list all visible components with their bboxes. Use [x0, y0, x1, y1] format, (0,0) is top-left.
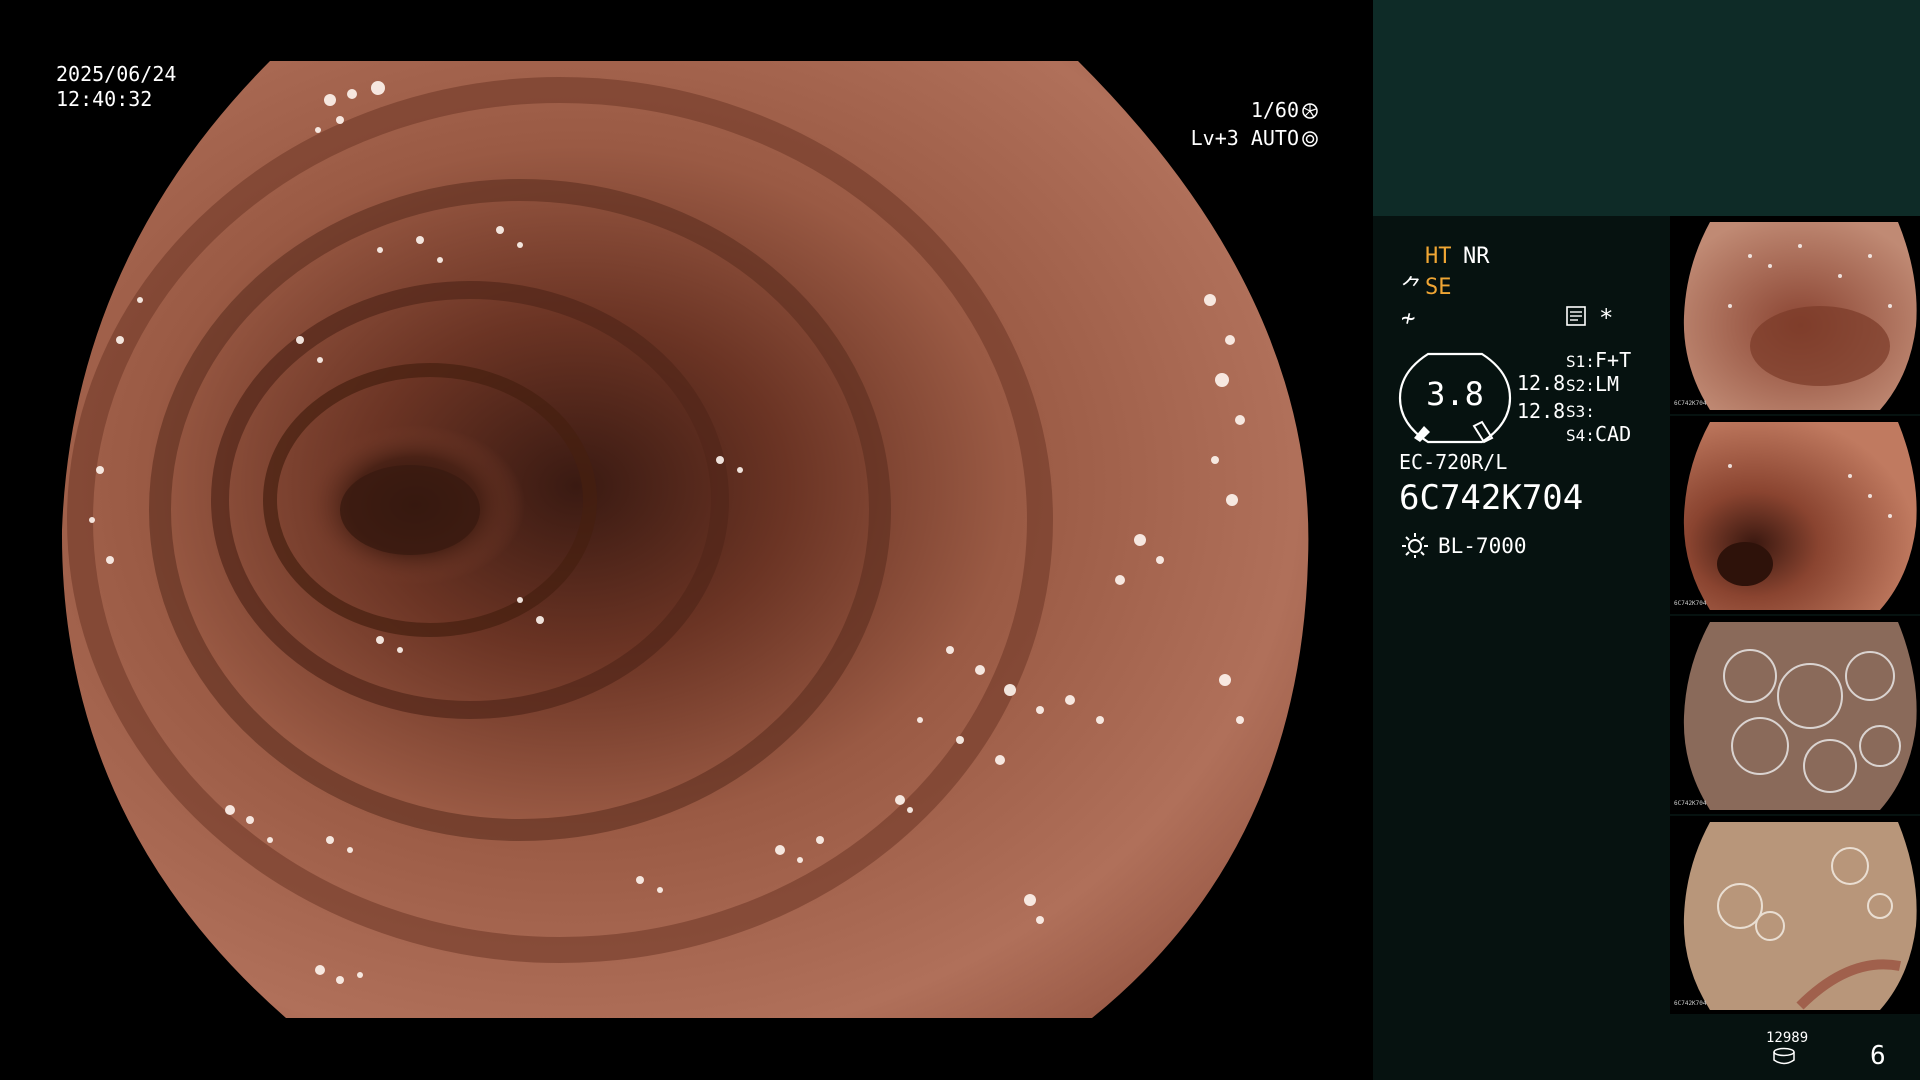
thumbnail-4[interactable]: 6C742K704 — [1670, 816, 1920, 1014]
switch-4-label: S4: — [1566, 426, 1595, 445]
thumbnail-4-image — [1683, 822, 1917, 1010]
tube-icon: ⺈ — [1401, 276, 1424, 301]
scope-serial: 6C742K704 — [1399, 478, 1584, 518]
captured-thumbnails: 6C742K704 6C742K704 6C742K704 6C742K704 — [1670, 216, 1920, 1016]
switch-4-value: CAD — [1595, 422, 1632, 446]
thumbnail-1-serial: 6C742K704 — [1674, 400, 1707, 407]
switch-3-label: S3: — [1566, 402, 1595, 421]
osd-date: 2025/06/24 — [56, 62, 177, 86]
thumbnail-4-serial: 6C742K704 — [1674, 1000, 1707, 1007]
gauge-row1: 12.8 — [1517, 371, 1566, 395]
osd-level: Lv+3 AUTO — [1191, 126, 1318, 151]
image-count: 12989 — [1766, 1030, 1809, 1046]
osd-level-text: Lv+3 AUTO — [1190, 126, 1299, 150]
switch-1-value: F+T — [1595, 348, 1632, 372]
switch-2-label: S2: — [1566, 376, 1595, 395]
osd-shutter-text: 1/60 — [1250, 98, 1299, 122]
frequency-icon: ≁ — [1401, 304, 1416, 332]
scope-model: EC-720R/L — [1399, 450, 1508, 474]
panel-header-area — [1373, 0, 1920, 216]
thumbnail-3-serial: 6C742K704 — [1674, 800, 1707, 807]
thumbnail-1-image — [1683, 222, 1917, 410]
thumbnail-2[interactable]: 6C742K704 — [1670, 416, 1920, 614]
memo-icon — [1566, 306, 1586, 326]
endoscope-main-view: 2025/06/24 12:40:32 1/60 Lv+3 AUTO — [0, 0, 1372, 1080]
endoscope-image — [61, 61, 1309, 1018]
thumbnail-1[interactable]: 6C742K704 — [1670, 216, 1920, 414]
gauge-value: 3.8 — [1426, 375, 1484, 413]
light-source-icon — [1402, 533, 1428, 558]
shutter-icon — [1302, 103, 1318, 119]
thumbnail-3-image — [1683, 622, 1917, 810]
disk-icon — [1773, 1047, 1795, 1065]
thumbnail-2-image — [1683, 422, 1917, 610]
gauge-row2: 12.8 — [1517, 399, 1566, 423]
thumbnail-2-serial: 6C742K704 — [1674, 600, 1707, 607]
page-number: 6 — [1870, 1041, 1886, 1071]
mode-ht: HT — [1425, 244, 1452, 269]
info-panel: HT NR ⺈ SE ≁ * 3.8 12.8 12.8 S1: F+T S2:… — [1373, 0, 1920, 1080]
iris-icon — [1302, 131, 1318, 147]
mode-nr: NR — [1463, 244, 1490, 269]
osd-time: 12:40:32 — [56, 87, 153, 111]
switch-2-value: LM — [1595, 372, 1620, 396]
thumbnail-3[interactable]: 6C742K704 — [1670, 616, 1920, 814]
light-source-model: BL-7000 — [1438, 534, 1527, 558]
osd-shutter: 1/60 — [1251, 98, 1318, 123]
star-icon: * — [1599, 304, 1614, 332]
switch-1-label: S1: — [1566, 352, 1595, 371]
mode-se: SE — [1425, 275, 1452, 300]
